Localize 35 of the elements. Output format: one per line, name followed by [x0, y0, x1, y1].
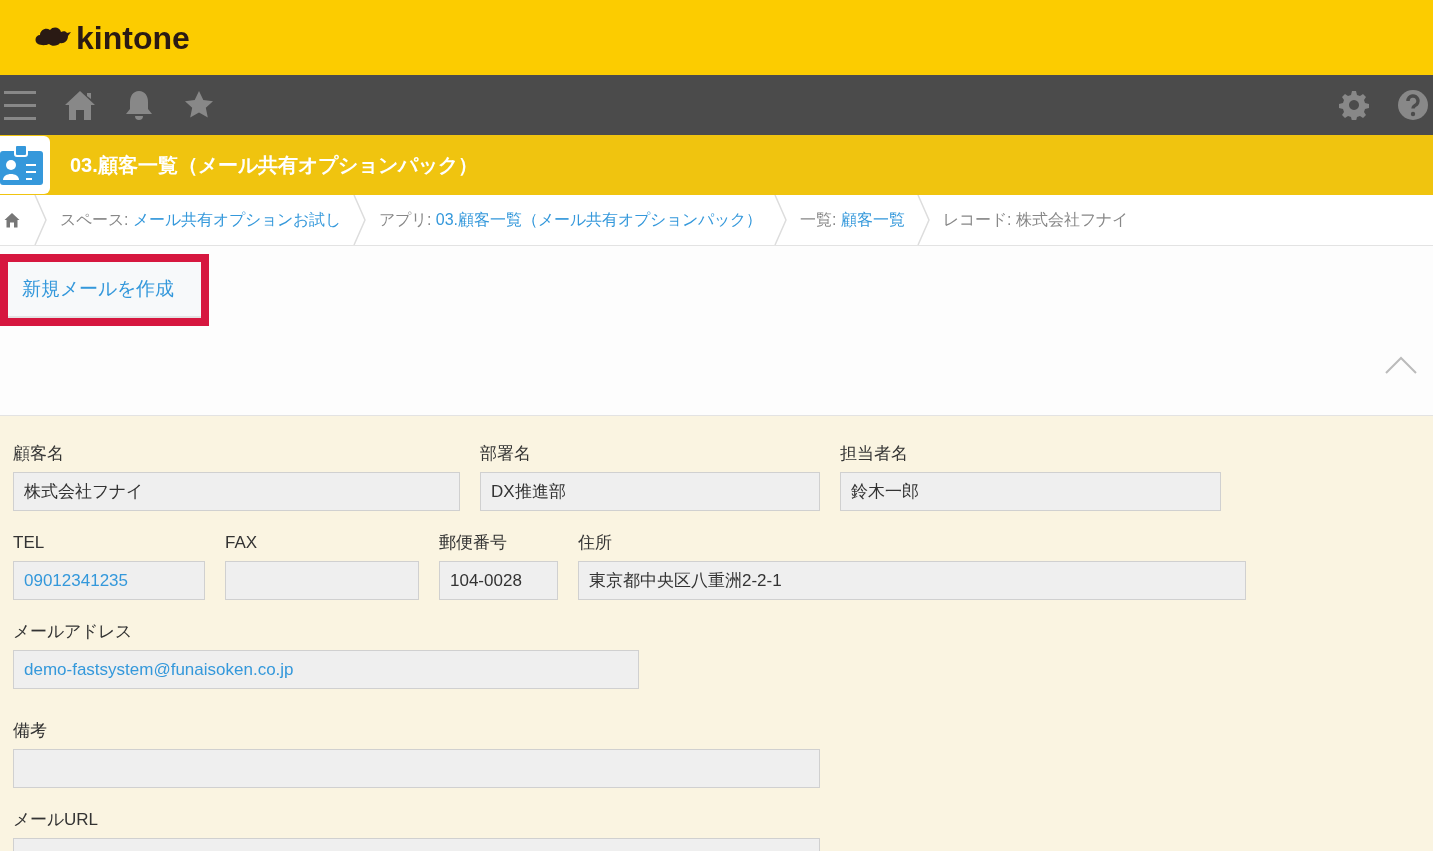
- breadcrumb-label: 一覧:: [800, 211, 838, 228]
- field-label: 顧客名: [13, 443, 65, 465]
- menu-icon[interactable]: [4, 90, 36, 120]
- collapse-chevron-icon[interactable]: [1385, 356, 1417, 374]
- field-label: 担当者名: [840, 443, 909, 465]
- app-title: 03.顧客一覧（メール共有オプションパック）: [70, 153, 478, 178]
- breadcrumb-link[interactable]: 03.顧客一覧（メール共有オプションパック）: [435, 211, 763, 228]
- field-value: 株式会社フナイ: [13, 472, 460, 511]
- settings-icon[interactable]: [1339, 90, 1369, 120]
- home-icon[interactable]: [4, 212, 20, 228]
- field-value: 09012341235: [13, 561, 205, 600]
- field-label: FAX: [225, 532, 259, 554]
- field-value: DX推進部: [480, 472, 820, 511]
- field-label: TEL: [13, 532, 46, 554]
- field-label: 住所: [578, 532, 613, 554]
- field-label: 備考: [13, 720, 48, 742]
- field-label: メールURL: [13, 809, 99, 831]
- field-label: 部署名: [480, 443, 532, 465]
- breadcrumb-link[interactable]: メール共有オプションお試し: [132, 211, 341, 228]
- breadcrumb-label: スペース:: [60, 211, 130, 228]
- breadcrumb-link[interactable]: 顧客一覧: [840, 211, 905, 228]
- star-icon[interactable]: [184, 90, 214, 120]
- field-value: 鈴木一郎: [840, 472, 1221, 511]
- field-label: メールアドレス: [13, 621, 133, 643]
- help-icon[interactable]: [1397, 89, 1429, 121]
- field-value: 東京都中央区八重洲2-2-1: [578, 561, 1246, 600]
- field-label: 郵便番号: [439, 532, 508, 554]
- field-value: 104-0028: [439, 561, 558, 600]
- field-value: demo-fastsystem@funaisoken.co.jp: [13, 650, 639, 689]
- breadcrumb-label: アプリ:: [378, 211, 433, 228]
- breadcrumb-label: レコード: 株式会社フナイ: [942, 211, 1128, 228]
- bell-icon[interactable]: [124, 89, 154, 121]
- home-icon[interactable]: [64, 90, 96, 120]
- new-mail-button[interactable]: 新規メールを作成: [8, 262, 201, 318]
- logo-text: kintone: [76, 21, 190, 54]
